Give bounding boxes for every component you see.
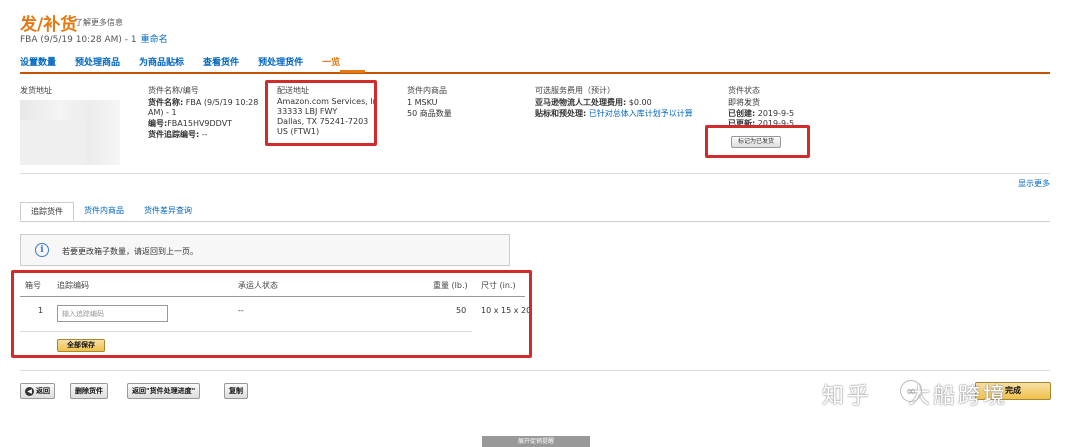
tab-summary[interactable]: 一览 — [322, 55, 340, 71]
info-text: 若要更改箱子数量，请返回到上一页。 — [62, 247, 198, 256]
back-to-progress-button[interactable]: 返回"货件处理进度" — [127, 383, 201, 399]
show-more-link[interactable]: 显示更多 — [1018, 178, 1050, 189]
tab-review-shipments[interactable]: 查看货件 — [203, 55, 239, 71]
watermark-logo-icon: ∞ — [900, 380, 922, 402]
status-created: 已创建: 2019-9-5 — [728, 109, 795, 118]
shipment-name: FBA (9/5/19 10:28 AM) - 1 — [20, 35, 137, 45]
tab-label-products[interactable]: 为商品贴标 — [139, 55, 184, 71]
shipment-name-line1: 货件名称: FBA (9/5/19 10:28 — [148, 98, 259, 107]
shipment-subtitle: FBA (9/5/19 10:28 AM) - 1 重命名 — [20, 32, 168, 45]
mark-shipped-highlight — [705, 125, 810, 158]
shipment-tracking: 货件追踪编号: -- — [148, 130, 208, 139]
contents-msku: 1 MSKU — [407, 98, 438, 107]
active-tab-indicator — [340, 70, 365, 73]
workflow-tabs: 设置数量 预处理商品 为商品贴标 查看货件 预处理货件 一览 — [20, 55, 359, 71]
ship-to-highlight — [265, 80, 377, 146]
status-value: 即将发货 — [728, 98, 760, 107]
tab-prepare-products[interactable]: 预处理商品 — [75, 55, 120, 71]
learn-more-link[interactable]: 了解更多信息 — [75, 17, 123, 28]
prep-fee: 贴标和预处理: 已针对总体入库计划予以计算 — [535, 109, 693, 118]
shipment-summary-page: 发/补货 了解更多信息 FBA (9/5/19 10:28 AM) - 1 重命名… — [0, 0, 1080, 447]
tabs-divider — [20, 72, 1050, 74]
back-arrow-icon: ◀ — [25, 386, 34, 396]
tab-set-quantity[interactable]: 设置数量 — [20, 55, 56, 71]
tab-prepare-shipment[interactable]: 预处理货件 — [258, 55, 303, 71]
shipment-name-line2: AM) - 1 — [148, 108, 177, 117]
rename-link[interactable]: 重命名 — [141, 35, 168, 45]
summary-divider — [20, 173, 1050, 174]
manual-processing-fee: 亚马逊物流人工处理费用: $0.00 — [535, 98, 652, 107]
shipment-id: 编号:FBA15HV9DDVT — [148, 119, 233, 128]
subtab-track-shipment[interactable]: 追踪货件 — [20, 202, 74, 221]
info-icon: i — [35, 243, 49, 257]
contents-units: 50 商品数量 — [407, 109, 452, 118]
promo-reminder-bar[interactable]: 展开促销提醒 — [482, 436, 590, 447]
back-button[interactable]: ◀ 返回 — [20, 383, 55, 399]
delete-shipment-button[interactable]: 删除货件 — [70, 383, 108, 399]
ship-from-address-blurred-2 — [20, 120, 85, 165]
subtabs-divider — [20, 221, 1050, 222]
copy-button[interactable]: 复制 — [224, 383, 248, 399]
shipment-name-label: 货件名称/编号 — [148, 86, 199, 95]
tracking-table-highlight — [11, 270, 532, 358]
shipment-subtabs: 追踪货件 货件内商品 货件差异查询 — [20, 202, 202, 221]
contents-label: 货件内商品 — [407, 86, 447, 95]
status-label: 货件状态 — [728, 86, 760, 95]
actions-divider — [20, 370, 1050, 371]
subtab-reconcile[interactable]: 货件差异查询 — [134, 202, 202, 221]
fees-label: 可选服务费用（预计） — [535, 86, 615, 95]
subtab-shipment-contents[interactable]: 货件内商品 — [74, 202, 134, 221]
ship-from-label: 发货地址 — [20, 86, 52, 95]
